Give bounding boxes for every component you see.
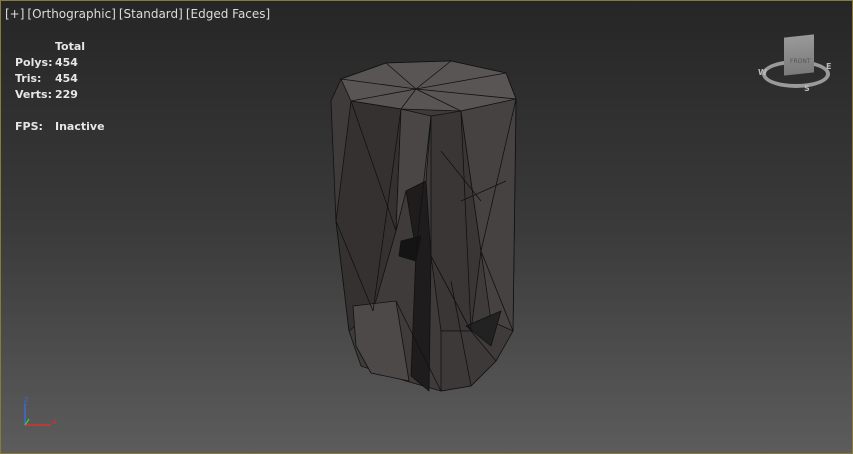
compass-south[interactable]: S bbox=[804, 84, 810, 93]
axis-x-label: x bbox=[52, 417, 57, 426]
perspective-viewport[interactable]: [+] [Orthographic] [Standard] [Edged Faces]… bbox=[0, 0, 853, 454]
viewcube-front-label[interactable]: FRONT bbox=[790, 58, 811, 65]
rock-pillar-mesh[interactable] bbox=[1, 1, 853, 454]
compass-east[interactable]: E bbox=[826, 62, 831, 71]
axis-z-label: z bbox=[24, 395, 28, 404]
axis-tripod-icon: z x bbox=[24, 395, 57, 426]
viewcube-cube[interactable] bbox=[784, 34, 814, 76]
compass-west[interactable]: W bbox=[758, 68, 767, 77]
viewcube[interactable]: FRONT W E S bbox=[756, 34, 836, 94]
